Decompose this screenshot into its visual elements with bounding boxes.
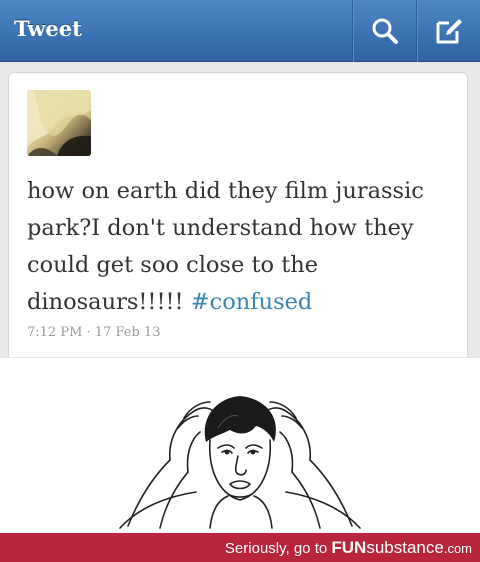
- meta-separator: ·: [82, 325, 95, 340]
- search-button[interactable]: [352, 0, 416, 62]
- tweet-time: 7:12 PM: [27, 325, 83, 340]
- footer-watermark-text: Seriously, go to FUNsubstance.com: [225, 538, 472, 558]
- screen-title: Tweet: [14, 16, 82, 41]
- avatar[interactable]: [27, 90, 91, 156]
- footer-prefix: Seriously, go to: [224, 540, 332, 557]
- compose-button[interactable]: [416, 0, 480, 62]
- avatar-photo: [27, 90, 91, 156]
- compose-icon: [436, 19, 462, 44]
- footer-brand-rest: substance: [366, 538, 444, 557]
- footer-brand-fun: FUN: [331, 538, 367, 557]
- hashtag-link[interactable]: #confused: [191, 289, 313, 315]
- search-icon: [372, 18, 398, 44]
- tweet-card: how on earth did they film jurassic park…: [8, 72, 468, 362]
- confused-face-illustration: [119, 396, 361, 529]
- top-app-bar: Tweet: [0, 0, 480, 62]
- meme-panel: [0, 357, 480, 533]
- tweet-text: how on earth did they film jurassic park…: [27, 173, 467, 321]
- tweet-timestamp: 7:12 PM · 17 Feb 13: [27, 325, 160, 340]
- footer-brand-com: .com: [443, 541, 472, 556]
- tweet-date: 17 Feb 13: [94, 325, 161, 340]
- watermark-footer: Seriously, go to FUNsubstance.com: [0, 533, 480, 562]
